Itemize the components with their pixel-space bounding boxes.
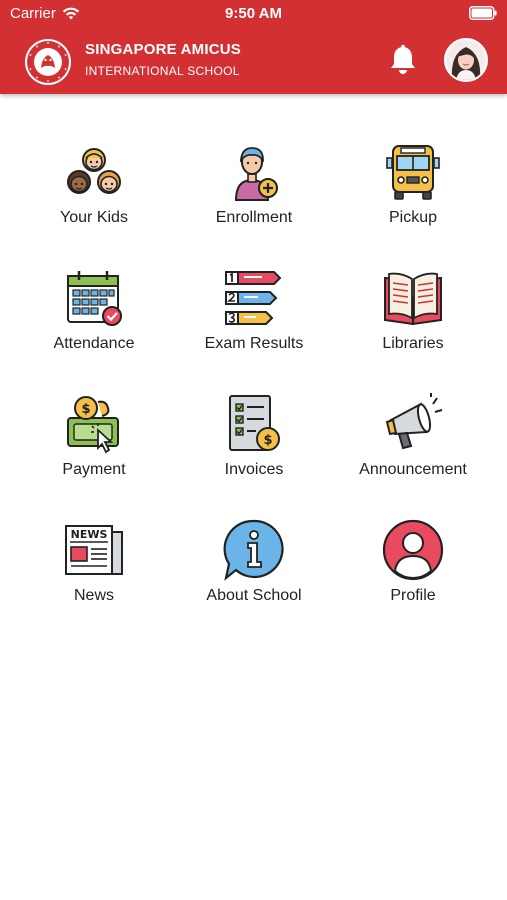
menu-about-school[interactable]: About School [174, 518, 334, 618]
menu-label: Your Kids [60, 209, 128, 226]
school-bus-icon [386, 145, 440, 200]
menu-label: About School [206, 587, 302, 604]
menu-label: Announcement [359, 461, 467, 478]
payment-icon: $ [67, 396, 119, 454]
battery-icon [469, 6, 497, 20]
book-icon [384, 272, 442, 326]
school-logo [25, 39, 71, 85]
svg-text:$: $ [263, 433, 272, 448]
menu-label: Exam Results [204, 335, 304, 352]
menu-label: Libraries [382, 335, 444, 352]
status-bar: Carrier 9:50 AM [0, 0, 507, 28]
menu-profile[interactable]: Profile [333, 518, 493, 618]
menu-attendance[interactable]: Attendance [14, 266, 174, 366]
bell-icon[interactable] [388, 44, 418, 76]
info-icon [223, 519, 284, 581]
ranking-icon [225, 271, 282, 325]
menu-label: Pickup [388, 209, 438, 226]
menu-announcement[interactable]: Announcement [333, 392, 493, 492]
menu-label: Attendance [53, 335, 135, 352]
menu-label: Invoices [224, 461, 284, 478]
profile-icon [382, 519, 444, 581]
menu-news[interactable]: NEWS News [14, 518, 174, 618]
menu-pickup[interactable]: Pickup [333, 140, 493, 240]
school-name-subtitle: INTERNATIONAL SCHOOL [85, 64, 240, 78]
svg-text:$: $ [81, 402, 90, 417]
menu-label: Enrollment [215, 209, 293, 226]
enrollment-icon [234, 147, 278, 201]
menu-exam-results[interactable]: Exam Results [174, 266, 334, 366]
menu-label: Profile [390, 587, 436, 604]
menu-label: Payment [62, 461, 126, 478]
app-header: Carrier 9:50 AM SINGAPORE AMICUS INTERNA [0, 0, 507, 94]
avatar-photo [446, 40, 486, 80]
menu-your-kids[interactable]: Your Kids [14, 140, 174, 240]
menu-libraries[interactable]: Libraries [333, 266, 493, 366]
calendar-icon [67, 271, 122, 326]
megaphone-icon [385, 393, 443, 450]
kids-icon [67, 148, 121, 194]
school-name-title: SINGAPORE AMICUS [85, 41, 241, 58]
status-time: 9:50 AM [225, 5, 282, 22]
menu-payment[interactable]: $ Payment [14, 392, 174, 492]
invoice-icon: $ [229, 395, 280, 451]
newspaper-icon: NEWS [65, 525, 123, 575]
menu-label: News [73, 587, 114, 604]
menu-enrollment[interactable]: Enrollment [174, 140, 334, 240]
svg-text:NEWS: NEWS [71, 528, 108, 541]
user-avatar[interactable] [444, 38, 488, 82]
menu-invoices[interactable]: $ Invoices [174, 392, 334, 492]
